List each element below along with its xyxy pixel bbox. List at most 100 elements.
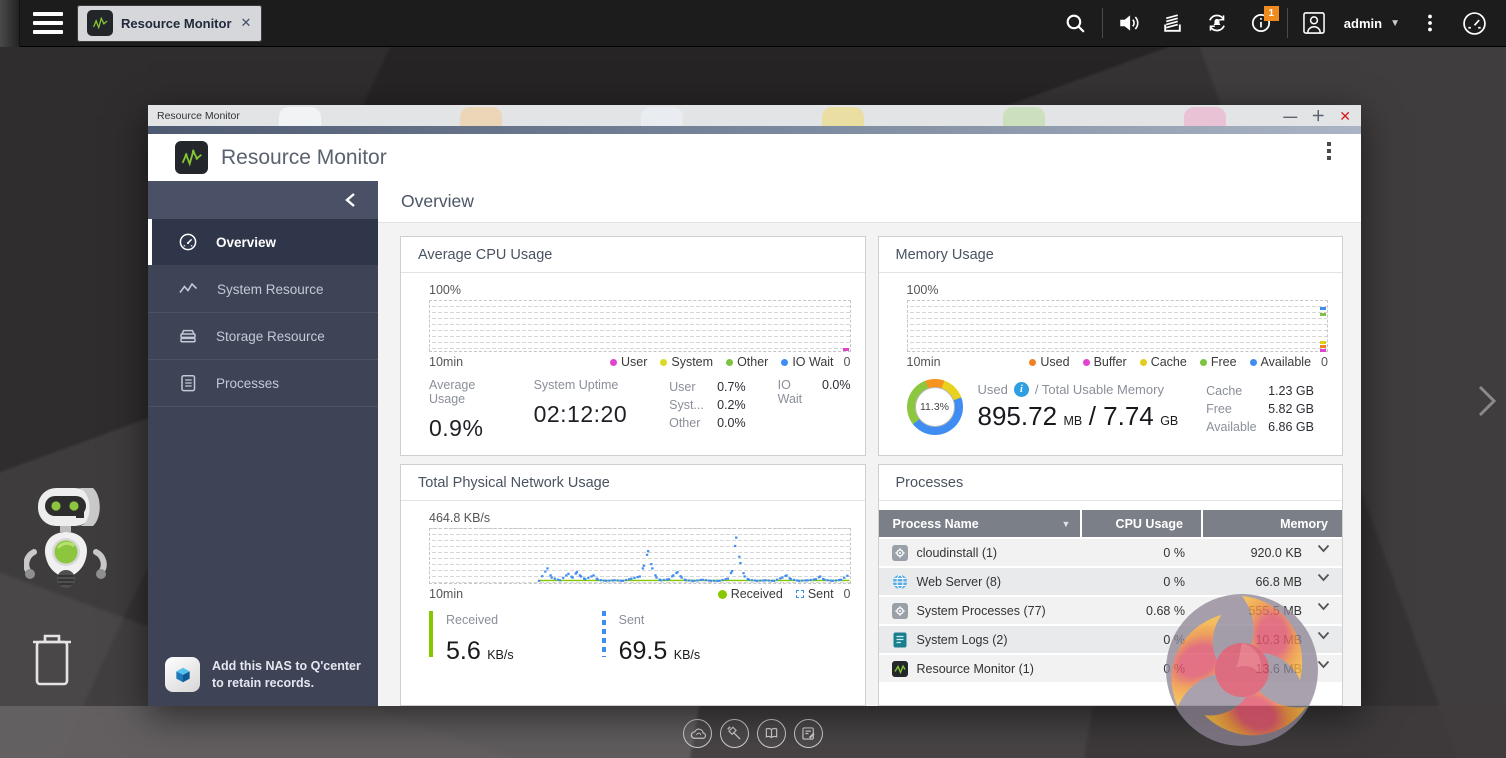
- legend-item: Used: [1029, 355, 1069, 369]
- tools-icon[interactable]: [720, 719, 749, 748]
- maximize-button[interactable]: ＋: [1311, 109, 1325, 123]
- qcenter-cube-icon: [165, 657, 200, 692]
- memory-chart-ymax: 100%: [907, 283, 1329, 297]
- expand-chevron-icon[interactable]: [1317, 629, 1330, 643]
- stat-row: User0.7%: [669, 378, 746, 396]
- process-name: System Processes (77): [917, 604, 1046, 618]
- manual-icon[interactable]: [757, 719, 786, 748]
- info-icon[interactable]: 1: [1239, 0, 1283, 47]
- process-row[interactable]: System Processes (77)0.68 %555.5 MB: [879, 595, 1343, 624]
- process-row[interactable]: Web Server (8)0 %66.8 MB: [879, 566, 1343, 595]
- search-icon[interactable]: [1054, 0, 1098, 47]
- cloud-icon[interactable]: [683, 719, 712, 748]
- background-tasks-icon[interactable]: [1151, 0, 1195, 47]
- dashboard-gauge-icon[interactable]: [1452, 0, 1496, 47]
- more-options-icon[interactable]: [1408, 0, 1452, 47]
- stat-row: Available6.86 GB: [1206, 418, 1314, 436]
- legend-item: IO Wait: [781, 355, 833, 369]
- taskbar-separator: [1102, 8, 1103, 38]
- process-row[interactable]: cloudinstall (1)0 %920.0 KB: [879, 537, 1343, 566]
- notification-sync-icon[interactable]: [1195, 0, 1239, 47]
- network-chart-legend: ReceivedSent: [705, 587, 834, 601]
- tab-close-icon[interactable]: ✕: [240, 15, 253, 31]
- gear-app-icon: [892, 603, 908, 619]
- volume-icon[interactable]: [1107, 0, 1151, 47]
- username-label: admin: [1344, 16, 1382, 31]
- expand-chevron-icon[interactable]: [1317, 571, 1330, 585]
- stat-row: Free5.82 GB: [1206, 400, 1314, 418]
- memory-chart-xright: 0: [1321, 355, 1328, 369]
- expand-chevron-icon[interactable]: [1317, 658, 1330, 672]
- cpu-usage-panel: Average CPU Usage 100% 10min UserSystemO…: [400, 236, 866, 456]
- legend-item: System: [660, 355, 713, 369]
- background-app-icons: [148, 107, 1361, 126]
- legend-item: Sent: [796, 587, 834, 601]
- gauge-icon: [178, 232, 198, 252]
- sort-caret-icon[interactable]: ▼: [1062, 519, 1071, 529]
- process-row[interactable]: Resource Monitor (1)0 %13.6 MB: [879, 653, 1343, 682]
- network-panel-title: Total Physical Network Usage: [401, 465, 865, 501]
- legend-item: Buffer: [1083, 355, 1127, 369]
- sidebar-item-processes[interactable]: Processes: [148, 360, 378, 407]
- sidebar-collapse-button[interactable]: [148, 181, 378, 219]
- expand-chevron-icon[interactable]: [1317, 542, 1330, 556]
- window-titlebar[interactable]: Resource Monitor — ＋ ✕: [148, 105, 1361, 126]
- page-title: Overview: [378, 181, 1361, 223]
- main-menu-icon[interactable]: [33, 12, 63, 34]
- qcenter-note[interactable]: Add this NAS to Q'center to retain recor…: [165, 657, 370, 692]
- cpu-chart-ymax: 100%: [429, 283, 851, 297]
- notes-icon[interactable]: [794, 719, 823, 748]
- memory-panel-title: Memory Usage: [879, 237, 1343, 273]
- top-taskbar: Resource Monitor ✕ 1 admin ▼: [0, 0, 1506, 47]
- sidebar-item-system-resource[interactable]: System Resource: [148, 266, 378, 313]
- process-name: cloudinstall (1): [917, 546, 998, 560]
- tab-label: Resource Monitor: [121, 16, 232, 31]
- notification-badge: 1: [1264, 6, 1279, 21]
- taskbar-tab-resource-monitor[interactable]: Resource Monitor ✕: [77, 5, 262, 42]
- chart-data-point: [1320, 341, 1326, 344]
- header-menu-icon[interactable]: [1327, 142, 1331, 160]
- resource-monitor-app-icon: [175, 141, 208, 174]
- memory-detail-list: Cache1.23 GBFree5.82 GBAvailable6.86 GB: [1206, 382, 1314, 436]
- app-title: Resource Monitor: [221, 146, 387, 170]
- process-memory: 66.8 MB: [1203, 575, 1342, 589]
- cpu-iowait: IO Wait 0.0%: [778, 378, 851, 442]
- user-menu[interactable]: admin ▼: [1344, 16, 1400, 31]
- processes-panel: Processes Process Name▼ CPU Usage Memory…: [878, 464, 1344, 706]
- memory-percent: 11.3%: [920, 401, 949, 413]
- background-app-icon: [641, 107, 683, 126]
- qcenter-note-text: Add this NAS to Q'center to retain recor…: [212, 658, 370, 692]
- process-memory: 555.5 MB: [1203, 604, 1342, 618]
- sidebar-item-label: Overview: [216, 235, 276, 250]
- minimize-button[interactable]: —: [1283, 109, 1297, 123]
- legend-item: Cache: [1140, 355, 1187, 369]
- cpu-chart-xright: 0: [844, 355, 851, 369]
- recycle-bin-icon[interactable]: [28, 630, 76, 695]
- column-memory[interactable]: Memory: [1203, 510, 1342, 537]
- robot-mascot: [24, 484, 108, 601]
- desktop-next-page-icon[interactable]: [1476, 384, 1498, 423]
- column-process-name[interactable]: Process Name▼: [879, 510, 1083, 537]
- close-button[interactable]: ✕: [1339, 109, 1351, 123]
- resource-monitor-icon: [87, 10, 113, 36]
- sidebar-item-overview[interactable]: Overview: [148, 219, 378, 266]
- memory-chart-legend: UsedBufferCacheFreeAvailable: [1016, 355, 1311, 369]
- processes-table-header: Process Name▼ CPU Usage Memory: [879, 510, 1343, 537]
- main-content: Overview Average CPU Usage 100% 10min Us…: [378, 181, 1361, 706]
- gear-app-icon: [892, 545, 908, 561]
- chevron-down-icon: ▼: [1390, 18, 1400, 29]
- pulse-icon: [178, 279, 199, 299]
- column-cpu-usage[interactable]: CPU Usage: [1082, 510, 1203, 537]
- process-name: System Logs (2): [917, 633, 1008, 647]
- window-accent-strip: [148, 126, 1361, 134]
- stat-row: Cache1.23 GB: [1206, 382, 1314, 400]
- sidebar-item-storage-resource[interactable]: Storage Resource: [148, 313, 378, 360]
- sidebar-item-label: Storage Resource: [216, 329, 325, 344]
- cpu-chart-xleft: 10min: [429, 355, 463, 369]
- process-cpu: 0 %: [1082, 546, 1203, 560]
- process-row[interactable]: System Logs (2)0 %10.3 MB: [879, 624, 1343, 653]
- memory-info-icon[interactable]: i: [1014, 382, 1029, 397]
- expand-chevron-icon[interactable]: [1317, 600, 1330, 614]
- user-avatar-icon[interactable]: [1292, 0, 1336, 47]
- network-stat-received: Received5.6 KB/s: [429, 611, 516, 666]
